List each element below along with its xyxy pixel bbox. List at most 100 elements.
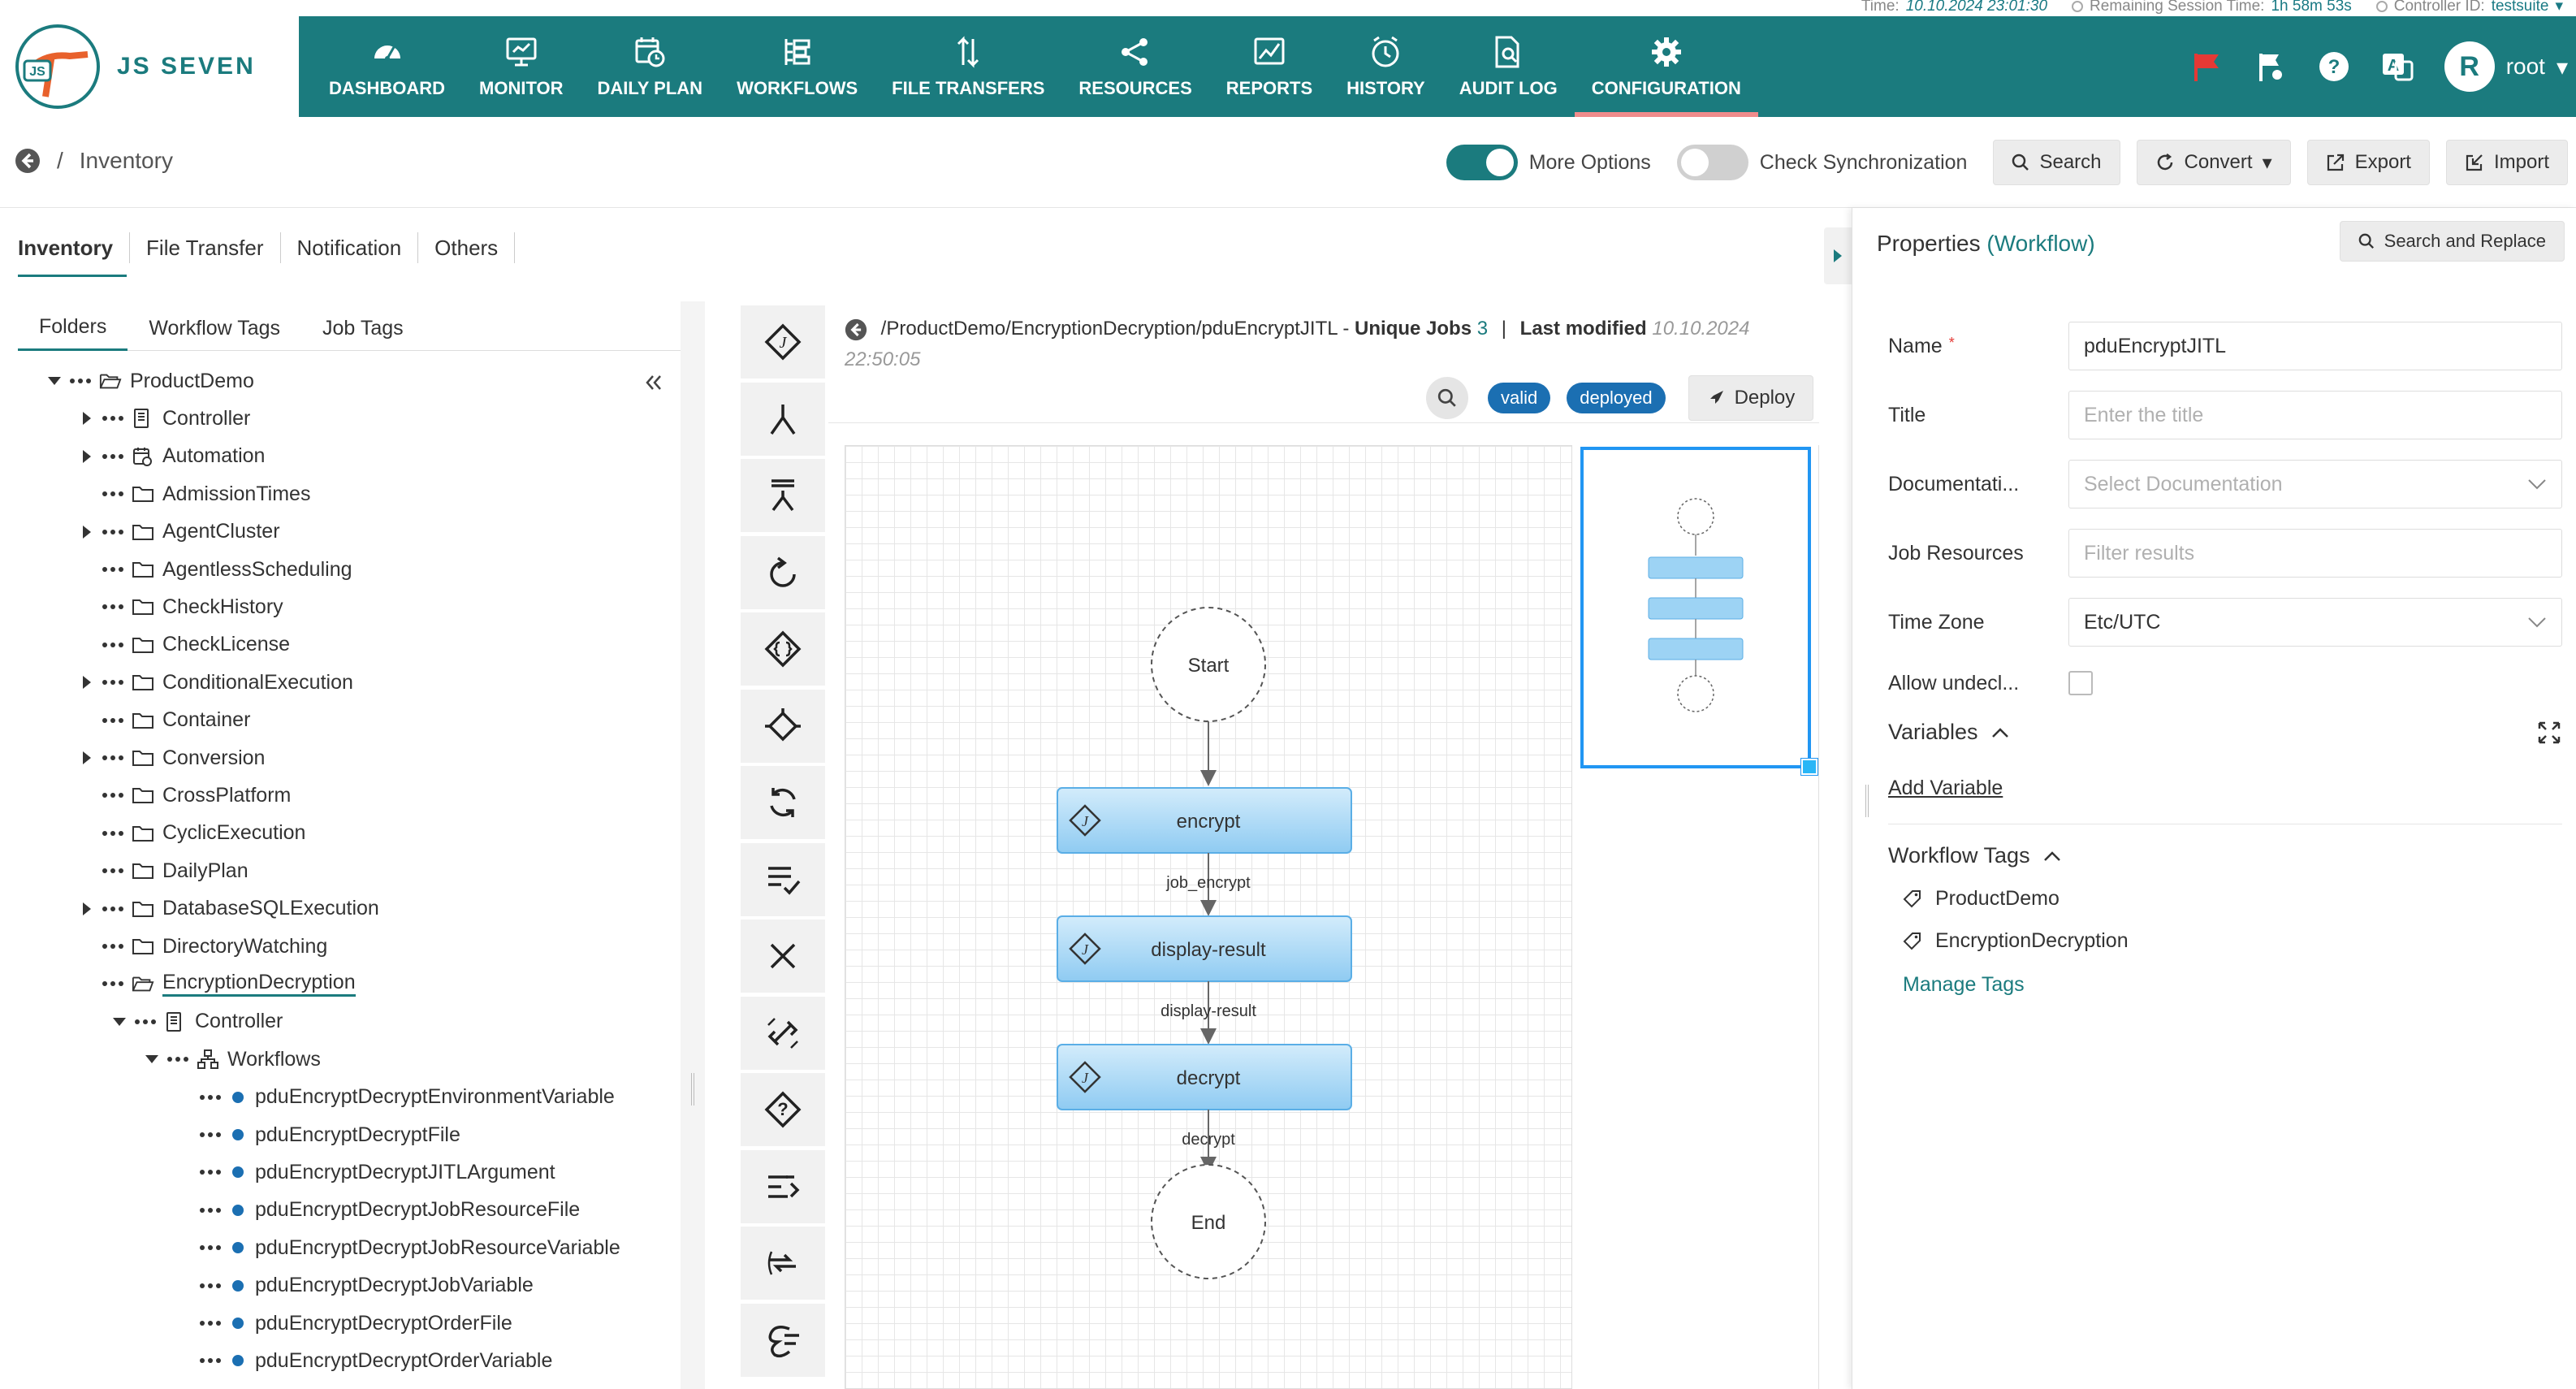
tab-notification[interactable]: Notification xyxy=(281,232,419,263)
tab-file-transfer[interactable]: File Transfer xyxy=(130,232,281,263)
tree-item[interactable]: pduEncryptDecryptOrderFile xyxy=(175,1305,512,1342)
tab-job-tags[interactable]: Job Tags xyxy=(301,305,425,351)
name-input[interactable]: pduEncryptJITL xyxy=(2068,322,2562,370)
tree-item[interactable]: EncryptionDecryption xyxy=(78,965,356,1002)
end-node[interactable]: End xyxy=(1151,1164,1266,1279)
search-button[interactable]: Search xyxy=(1993,140,2120,185)
tree-item[interactable]: AgentlessScheduling xyxy=(78,551,352,588)
more-actions-icon[interactable] xyxy=(70,375,91,387)
caret-right-icon[interactable] xyxy=(78,524,96,540)
toolbar-retry-button[interactable] xyxy=(741,535,825,611)
more-actions-icon[interactable] xyxy=(102,903,123,915)
toolbar-expect-notice-button[interactable] xyxy=(741,1149,825,1225)
more-actions-icon[interactable] xyxy=(135,1016,156,1028)
more-actions-icon[interactable] xyxy=(102,677,123,688)
nav-daily-plan[interactable]: DAILY PLAN xyxy=(580,16,720,117)
tree-item[interactable]: pduEncryptDecryptEnvironmentVariable xyxy=(175,1079,615,1116)
more-actions-icon[interactable] xyxy=(102,865,123,876)
nav-monitor[interactable]: MONITOR xyxy=(462,16,580,117)
caret-down-icon[interactable] xyxy=(143,1054,161,1065)
notifications-flags-icon[interactable] xyxy=(2254,50,2287,83)
nav-file-transfers[interactable]: FILE TRANSFERS xyxy=(875,16,1061,117)
toolbar-post-notice-button[interactable]: ? xyxy=(741,1073,825,1148)
more-options-toggle[interactable]: More Options xyxy=(1446,145,1651,180)
more-actions-icon[interactable] xyxy=(102,601,123,612)
tree-item[interactable]: DatabaseSQLExecution xyxy=(78,890,379,928)
more-actions-icon[interactable] xyxy=(200,1355,221,1366)
logo[interactable]: JS JS SEVEN xyxy=(0,16,299,117)
nav-history[interactable]: HISTORY xyxy=(1329,16,1442,117)
tree-item[interactable]: Automation xyxy=(78,438,265,475)
tree-item[interactable]: Conversion xyxy=(78,739,265,777)
nav-reports[interactable]: REPORTS xyxy=(1209,16,1329,117)
nav-configuration[interactable]: CONFIGURATION xyxy=(1574,16,1758,117)
tree-item[interactable]: CyclicExecution xyxy=(78,815,305,852)
toolbar-finish-button[interactable] xyxy=(741,996,825,1071)
toolbar-add-order-button[interactable] xyxy=(741,1227,825,1301)
caret-right-icon[interactable] xyxy=(78,448,96,465)
tree-item[interactable]: DailyPlan xyxy=(78,852,249,889)
start-node[interactable]: Start xyxy=(1151,607,1266,722)
toolbar-lock-button[interactable] xyxy=(741,612,825,687)
toolbar-cycle-button[interactable] xyxy=(741,766,825,841)
nav-resources[interactable]: RESOURCES xyxy=(1061,16,1208,117)
caret-right-icon[interactable] xyxy=(78,674,96,690)
caret-right-icon[interactable] xyxy=(78,901,96,917)
toolbar-prompt-button[interactable] xyxy=(741,842,825,918)
back-arrow-icon[interactable] xyxy=(15,148,41,174)
job-node-display-result[interactable]: J display-result xyxy=(1057,915,1352,982)
more-actions-icon[interactable] xyxy=(200,1242,221,1253)
caret-right-icon[interactable] xyxy=(78,410,96,426)
job-node-decrypt[interactable]: J decrypt xyxy=(1057,1044,1352,1110)
more-actions-icon[interactable] xyxy=(200,1166,221,1178)
tree-item[interactable]: Controller xyxy=(78,400,250,437)
more-actions-icon[interactable] xyxy=(200,1205,221,1216)
tree-item[interactable]: pduEncryptDecryptJobResourceVariable xyxy=(175,1229,620,1266)
user-menu[interactable]: R root ▾ xyxy=(2444,41,2568,92)
translate-icon[interactable]: A xyxy=(2381,50,2414,83)
tree-item[interactable]: Controller xyxy=(110,1003,283,1041)
panel-resize-handle[interactable] xyxy=(1865,785,1869,817)
import-button[interactable]: Import xyxy=(2445,140,2568,185)
tab-workflow-tags[interactable]: Workflow Tags xyxy=(128,305,301,351)
toolbar-if-button[interactable] xyxy=(741,689,825,764)
manage-tags-link[interactable]: Manage Tags xyxy=(1903,973,2025,997)
toolbar-fail-button[interactable] xyxy=(741,920,825,994)
more-actions-icon[interactable] xyxy=(102,828,123,839)
minimap[interactable] xyxy=(1580,447,1818,776)
more-actions-icon[interactable] xyxy=(200,1092,221,1103)
toolbar-fork-button[interactable] xyxy=(741,382,825,457)
tab-folders[interactable]: Folders xyxy=(18,305,128,351)
more-actions-icon[interactable] xyxy=(102,790,123,801)
deploy-button[interactable]: Deploy xyxy=(1688,375,1814,421)
more-actions-icon[interactable] xyxy=(102,752,123,764)
collapse-properties-button[interactable] xyxy=(1824,227,1852,284)
more-actions-icon[interactable] xyxy=(167,1054,188,1065)
tree-item[interactable]: AdmissionTimes xyxy=(78,475,310,513)
more-options-switch[interactable] xyxy=(1446,145,1518,180)
flag-icon[interactable] xyxy=(2191,50,2224,83)
more-actions-icon[interactable] xyxy=(102,941,123,952)
caret-down-icon[interactable] xyxy=(45,375,63,387)
tree-item[interactable]: Container xyxy=(78,702,250,739)
export-button[interactable]: Export xyxy=(2306,140,2430,185)
tree-item[interactable]: pduEncryptDecryptJobResourceFile xyxy=(175,1192,580,1229)
add-variable-link[interactable]: Add Variable xyxy=(1888,777,2003,800)
documentation-select[interactable]: Select Documentation xyxy=(2068,460,2562,508)
more-actions-icon[interactable] xyxy=(102,639,123,651)
check-sync-toggle[interactable]: Check Synchronization xyxy=(1676,145,1967,180)
workflow-tags-section-header[interactable]: Workflow Tags xyxy=(1888,843,2061,868)
allow-undeclared-checkbox[interactable] xyxy=(2068,671,2093,695)
more-actions-icon[interactable] xyxy=(200,1129,221,1140)
more-actions-icon[interactable] xyxy=(102,526,123,538)
toolbar-fork-list-button[interactable] xyxy=(741,459,825,534)
tree-item[interactable]: pduEncryptDecryptJobVariable xyxy=(175,1267,534,1305)
toolbar-job-button[interactable]: J xyxy=(741,305,825,380)
tree-item[interactable]: CheckLicense xyxy=(78,626,290,664)
more-actions-icon[interactable] xyxy=(102,413,123,424)
tree-item[interactable]: CrossPlatform xyxy=(78,777,291,814)
minimap-resize-handle[interactable] xyxy=(1800,758,1818,776)
nav-audit-log[interactable]: AUDIT LOG xyxy=(1442,16,1575,117)
tree-item[interactable]: ConditionalExecution xyxy=(78,664,353,701)
more-actions-icon[interactable] xyxy=(102,564,123,575)
